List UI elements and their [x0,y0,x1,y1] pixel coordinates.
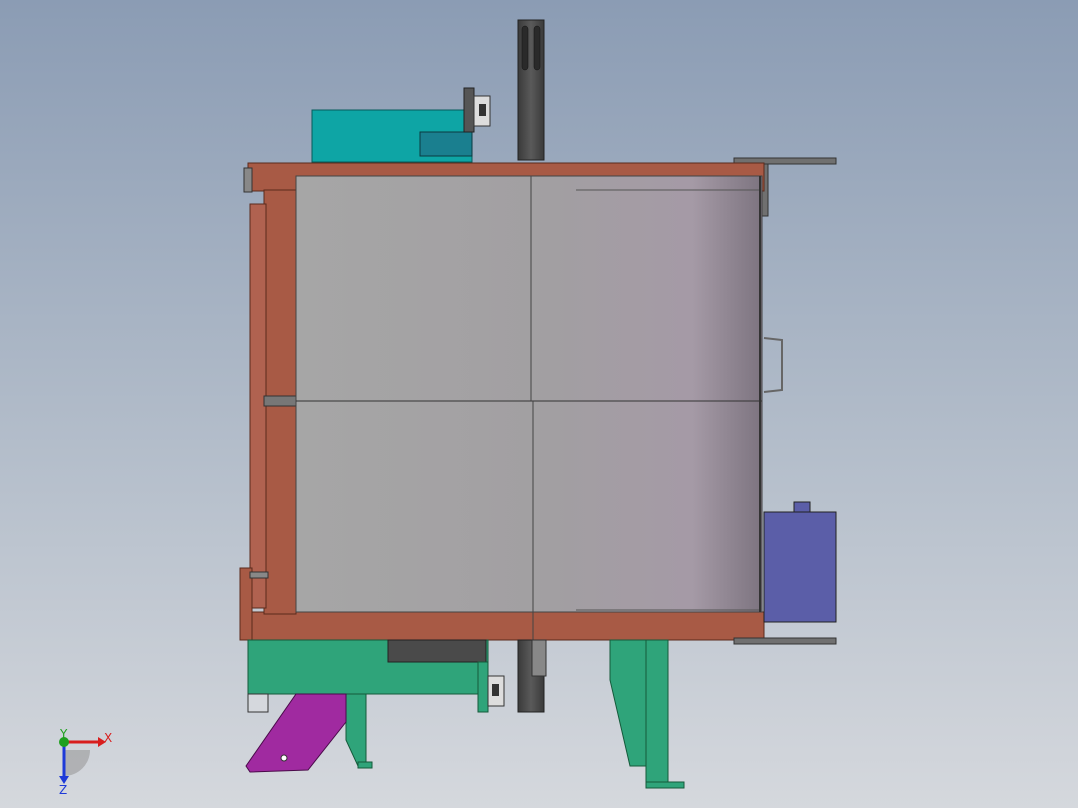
x-axis-label: X [104,731,112,745]
central-panels[interactable] [295,175,763,640]
z-axis-label: Z [59,783,67,797]
motor-box[interactable] [763,501,837,623]
cad-viewport[interactable]: X Y Z [0,0,1078,808]
y-axis-label: Y [59,728,68,741]
green-leg-right[interactable] [609,639,685,789]
bottom-right-bracket[interactable] [733,637,837,645]
top-cyan-housing[interactable] [311,87,491,163]
top-shaft[interactable] [517,19,545,161]
coordinate-triad: X Y Z [59,728,112,797]
right-handle[interactable] [763,337,783,393]
bottom-shaft[interactable] [517,639,547,713]
cad-model-side-view[interactable] [0,0,1078,808]
